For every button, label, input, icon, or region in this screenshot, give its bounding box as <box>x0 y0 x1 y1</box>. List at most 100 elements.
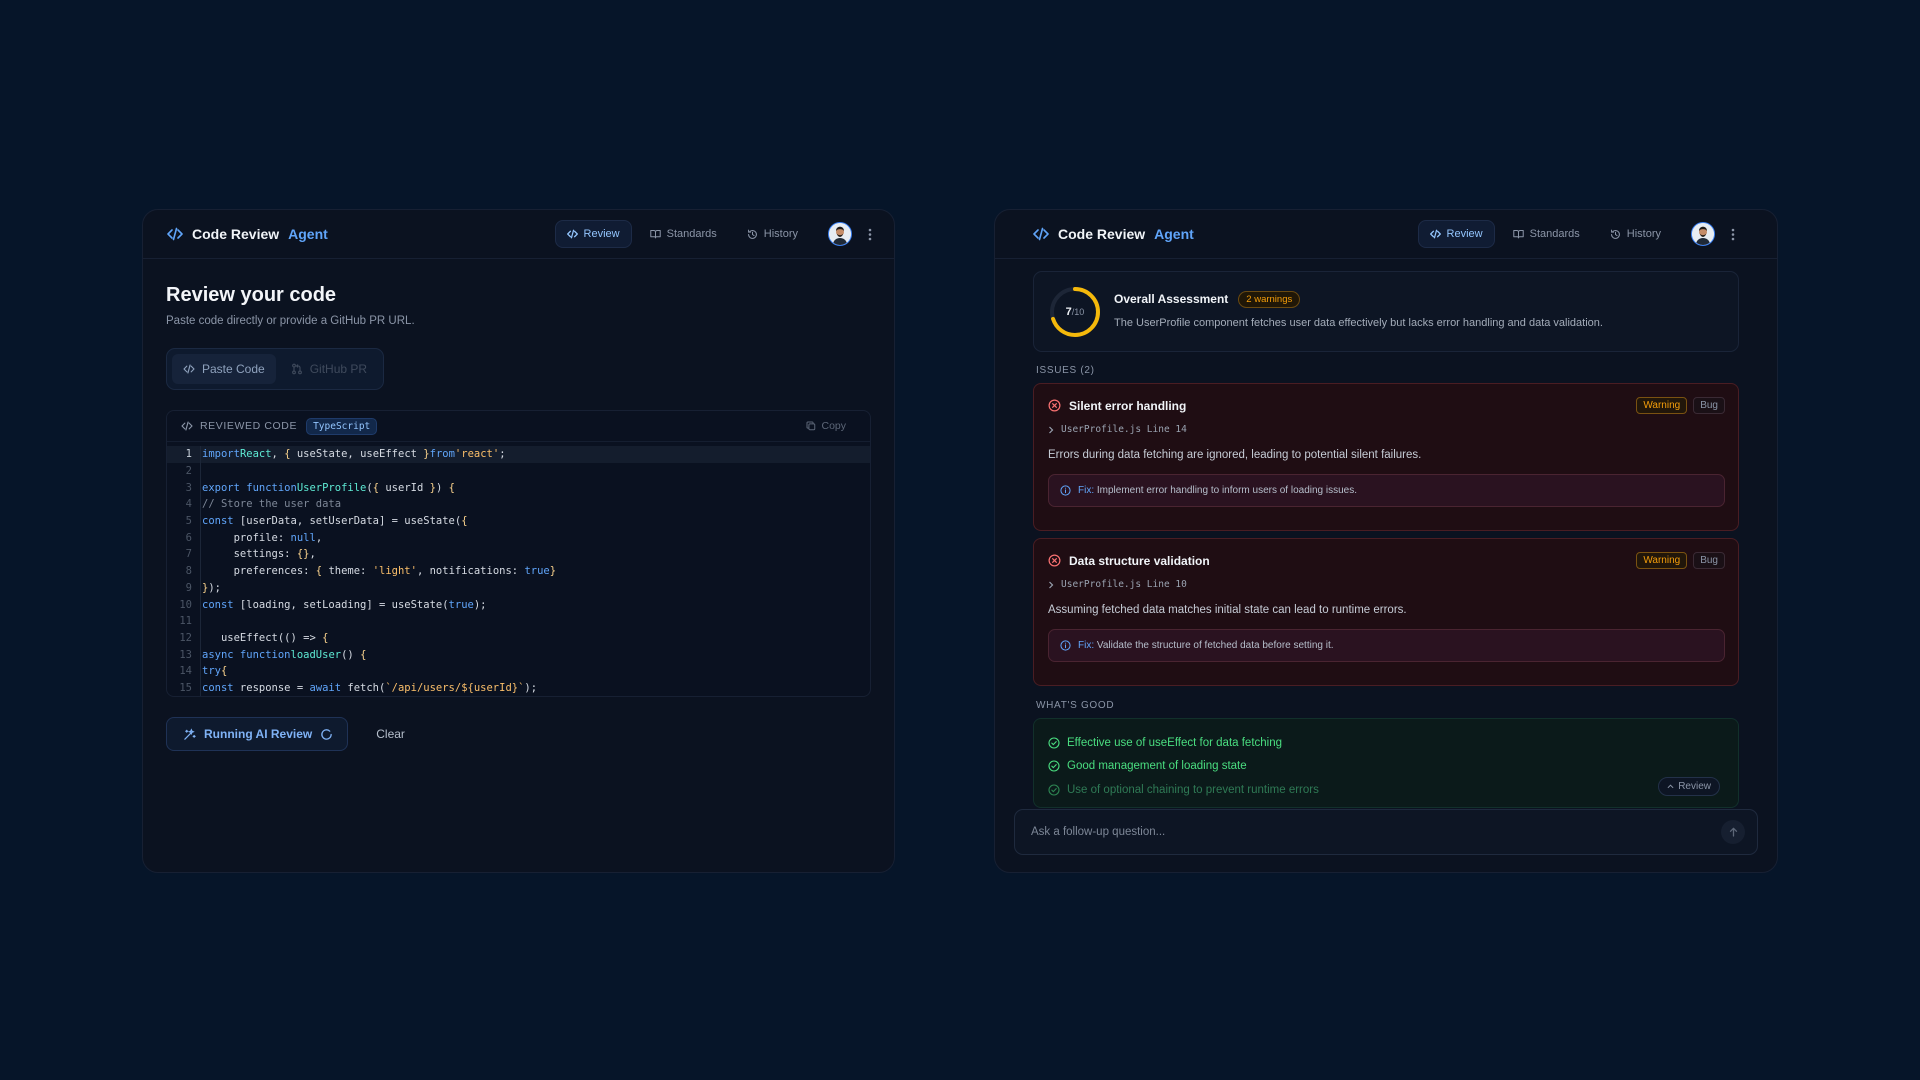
main-nav: Review Standards History <box>554 220 872 248</box>
severity-badge: Warning <box>1636 397 1688 414</box>
assessment-title: Overall Assessment <box>1114 292 1229 306</box>
check-circle-icon <box>1048 760 1060 772</box>
type-badge: Bug <box>1693 552 1725 569</box>
tab-label: Review <box>1446 228 1483 240</box>
review-results-panel: Code Review Agent Review Standards Histo… <box>994 209 1778 873</box>
run-review-label: Running AI Review <box>204 727 313 741</box>
code-editor[interactable]: REVIEWED CODE TypeScript Copy 1 import R… <box>166 410 871 697</box>
tab-history[interactable]: History <box>1598 220 1673 248</box>
warnings-badge: 2 warnings <box>1238 290 1301 308</box>
code-line: 2 <box>167 462 870 480</box>
code-editor-label: REVIEWED CODE <box>200 420 298 432</box>
copy-label: Copy <box>821 420 846 432</box>
brand-accent: Agent <box>288 226 328 242</box>
whats-good-heading: WHAT'S GOOD <box>1036 700 1115 711</box>
fix-suggestion: Fix: Implement error handling to inform … <box>1048 474 1725 507</box>
book-icon <box>1512 229 1524 239</box>
back-to-review-button[interactable]: Review <box>1658 777 1720 796</box>
code-line: 9 }); <box>167 579 870 597</box>
mode-label: GitHub PR <box>309 362 368 376</box>
tab-label: History <box>1626 228 1661 240</box>
user-avatar[interactable] <box>1691 222 1715 246</box>
code-editor-header: REVIEWED CODE TypeScript Copy <box>167 411 870 442</box>
good-item: Use of optional chaining to prevent runt… <box>1048 778 1724 802</box>
spinner-icon <box>321 728 333 740</box>
tab-label: History <box>763 228 798 240</box>
code-line: 12 useEffect(() => { <box>167 629 870 647</box>
book-icon <box>649 229 661 239</box>
git-pull-request-icon <box>291 363 302 375</box>
issue-card[interactable]: Silent error handling Warning Bug UserPr… <box>1033 383 1739 531</box>
tab-label: Standards <box>1529 228 1580 240</box>
issue-location[interactable]: UserProfile.js Line 14 <box>1048 424 1725 435</box>
code-line: 5 const [userData, setUserData] = useSta… <box>167 512 870 530</box>
code-line: 14 try { <box>167 662 870 680</box>
app-header: Code Review Agent Review Standards Histo… <box>143 210 894 259</box>
brand[interactable]: Code Review Agent <box>167 226 328 242</box>
more-options-icon[interactable] <box>868 228 872 241</box>
code-line: 15 const response = await fetch(`/api/us… <box>167 679 870 696</box>
github-pr-tab[interactable]: GitHub PR <box>280 354 378 384</box>
tab-standards[interactable]: Standards <box>1501 220 1592 248</box>
language-badge: TypeScript <box>306 417 378 435</box>
chevron-right-icon <box>1049 426 1054 433</box>
code-line: 3 export function UserProfile({ userId }… <box>167 479 870 497</box>
follow-up-bar <box>1014 809 1758 855</box>
issue-description: Errors during data fetching are ignored,… <box>1048 449 1422 461</box>
paste-code-tab[interactable]: Paste Code <box>172 354 276 384</box>
code-icon <box>181 421 193 431</box>
user-avatar[interactable] <box>828 222 852 246</box>
send-button[interactable] <box>1721 820 1745 844</box>
brand-accent: Agent <box>1154 226 1194 242</box>
issue-title: Silent error handling <box>1069 398 1187 413</box>
mode-label: Paste Code <box>202 362 265 376</box>
brand-name: Code Review <box>1058 226 1146 242</box>
issue-card[interactable]: Data structure validation Warning Bug Us… <box>1033 538 1739 686</box>
arrow-up-icon <box>1729 827 1737 837</box>
tab-label: Review <box>583 228 620 240</box>
history-icon <box>1610 229 1620 239</box>
code-icon <box>1033 227 1049 241</box>
code-content[interactable]: 1 import React, { useState, useEffect } … <box>167 442 870 696</box>
run-review-button[interactable]: Running AI Review <box>166 717 349 751</box>
page-subtitle: Paste code directly or provide a GitHub … <box>166 315 415 327</box>
chevron-right-icon <box>1049 581 1054 588</box>
assessment-summary: The UserProfile component fetches user d… <box>1114 316 1603 329</box>
tab-review[interactable]: Review <box>1417 220 1495 248</box>
code-icon <box>183 364 195 374</box>
clear-button[interactable]: Clear <box>376 727 405 741</box>
copy-icon <box>806 421 816 431</box>
tab-standards[interactable]: Standards <box>638 220 729 248</box>
info-icon <box>1060 640 1071 651</box>
code-line: 1 import React, { useState, useEffect } … <box>167 446 870 463</box>
code-line: 11 <box>167 612 870 630</box>
review-input-panel: Code Review Agent Review Standards Histo… <box>142 209 895 873</box>
code-line: 7 settings: {}, <box>167 546 870 563</box>
code-line: 8 preferences: { theme: 'light', notific… <box>167 562 870 580</box>
brand[interactable]: Code Review Agent <box>1033 226 1194 242</box>
sparkle-icon <box>184 727 196 740</box>
tab-label: Standards <box>666 228 717 240</box>
tab-history[interactable]: History <box>735 220 810 248</box>
more-options-icon[interactable] <box>1731 228 1735 241</box>
overall-assessment-card: 7/10 Overall Assessment 2 warnings The U… <box>1033 271 1739 352</box>
code-icon <box>566 229 578 239</box>
check-circle-icon <box>1048 737 1060 749</box>
issues-heading: ISSUES (2) <box>1036 365 1095 376</box>
code-line: 6 profile: null, <box>167 529 870 547</box>
app-header: Code Review Agent Review Standards Histo… <box>995 210 1777 259</box>
code-line: 10 const [loading, setLoading] = useStat… <box>167 596 870 613</box>
follow-up-input[interactable] <box>1031 826 1721 838</box>
score-value: 7/10 <box>1065 305 1085 318</box>
good-item: Good management of loading state <box>1048 755 1724 779</box>
main-nav: Review Standards History <box>1417 220 1735 248</box>
severity-badge: Warning <box>1636 552 1688 569</box>
whats-good-card: Effective use of useEffect for data fetc… <box>1033 718 1739 808</box>
good-item: Effective use of useEffect for data fetc… <box>1048 731 1724 755</box>
issue-location[interactable]: UserProfile.js Line 10 <box>1048 579 1725 590</box>
tab-review[interactable]: Review <box>554 220 632 248</box>
code-icon <box>1429 229 1441 239</box>
code-line: 4 // Store the user data <box>167 496 870 513</box>
input-mode-switch: Paste Code GitHub PR <box>166 348 385 390</box>
copy-button[interactable]: Copy <box>806 420 846 432</box>
